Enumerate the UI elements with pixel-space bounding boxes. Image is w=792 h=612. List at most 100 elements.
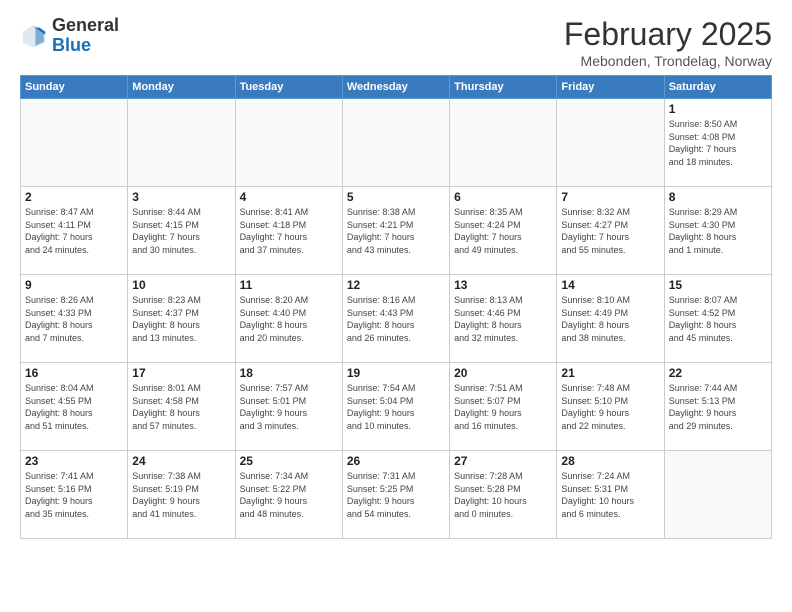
logo-blue: Blue (52, 36, 119, 56)
day-info: Sunrise: 8:23 AM Sunset: 4:37 PM Dayligh… (132, 294, 230, 344)
table-row (128, 99, 235, 187)
day-number: 26 (347, 454, 445, 468)
day-number: 27 (454, 454, 552, 468)
table-row: 27Sunrise: 7:28 AM Sunset: 5:28 PM Dayli… (450, 451, 557, 539)
table-row: 23 Sunrise: 7:41 AM Sunset: 5:16 PM Dayli… (21, 451, 128, 539)
day-number: 24 (132, 454, 230, 468)
calendar-header: Sunday Monday Tuesday Wednesday Thursday… (21, 76, 772, 99)
logo-icon (20, 22, 48, 50)
table-row: 17 Sunrise: 8:01 AM Sunset: 4:58 PM Dayli… (128, 363, 235, 451)
day-number: 21 (561, 366, 659, 380)
day-info: Sunrise: 7:38 AM Sunset: 5:19 PM Dayligh… (132, 470, 230, 520)
day-number: 5 (347, 190, 445, 204)
day-number: 1 (669, 102, 767, 116)
day-info: Sunrise: 8:41 AM Sunset: 4:18 PM Dayligh… (240, 206, 338, 256)
table-row: 14 Sunrise: 8:10 AM Sunset: 4:49 PM Dayli… (557, 275, 664, 363)
table-row: 11 Sunrise: 8:20 AM Sunset: 4:40 PM Dayli… (235, 275, 342, 363)
day-number: 18 (240, 366, 338, 380)
title-block: February 2025 Mebonden, Trondelag, Norwa… (564, 16, 772, 69)
table-row: 9Sunrise: 8:26 AM Sunset: 4:33 PM Daylig… (21, 275, 128, 363)
day-number: 16 (25, 366, 123, 380)
day-info: Sunrise: 8:07 AM Sunset: 4:52 PM Dayligh… (669, 294, 767, 344)
day-info: Sunrise: 7:51 AM Sunset: 5:07 PM Dayligh… (454, 382, 552, 432)
table-row: 21 Sunrise: 7:48 AM Sunset: 5:10 PM Dayli… (557, 363, 664, 451)
table-row: 28Sunrise: 7:24 AM Sunset: 5:31 PM Dayli… (557, 451, 664, 539)
table-row: 10 Sunrise: 8:23 AM Sunset: 4:37 PM Dayli… (128, 275, 235, 363)
day-number: 22 (669, 366, 767, 380)
day-number: 7 (561, 190, 659, 204)
day-number: 11 (240, 278, 338, 292)
table-row (557, 99, 664, 187)
day-info: Sunrise: 7:34 AM Sunset: 5:22 PM Dayligh… (240, 470, 338, 520)
table-row: 2Sunrise: 8:47 AM Sunset: 4:11 PM Daylig… (21, 187, 128, 275)
page: General Blue February 2025 Mebonden, Tro… (0, 0, 792, 612)
month-title: February 2025 (564, 16, 772, 53)
table-row (21, 99, 128, 187)
col-sunday: Sunday (21, 76, 128, 99)
day-info: Sunrise: 7:57 AM Sunset: 5:01 PM Dayligh… (240, 382, 338, 432)
day-info: Sunrise: 7:41 AM Sunset: 5:16 PM Dayligh… (25, 470, 123, 520)
day-number: 14 (561, 278, 659, 292)
table-row: 8Sunrise: 8:29 AM Sunset: 4:30 PM Daylig… (664, 187, 771, 275)
table-row (342, 99, 449, 187)
day-info: Sunrise: 7:48 AM Sunset: 5:10 PM Dayligh… (561, 382, 659, 432)
header-row: Sunday Monday Tuesday Wednesday Thursday… (21, 76, 772, 99)
col-monday: Monday (128, 76, 235, 99)
logo: General Blue (20, 16, 119, 56)
day-info: Sunrise: 8:04 AM Sunset: 4:55 PM Dayligh… (25, 382, 123, 432)
table-row: 7 Sunrise: 8:32 AM Sunset: 4:27 PM Daylig… (557, 187, 664, 275)
calendar: Sunday Monday Tuesday Wednesday Thursday… (20, 75, 772, 539)
table-row: 3 Sunrise: 8:44 AM Sunset: 4:15 PM Daylig… (128, 187, 235, 275)
table-row: 22Sunrise: 7:44 AM Sunset: 5:13 PM Dayli… (664, 363, 771, 451)
day-info: Sunrise: 8:38 AM Sunset: 4:21 PM Dayligh… (347, 206, 445, 256)
day-number: 8 (669, 190, 767, 204)
day-number: 9 (25, 278, 123, 292)
table-row: 6 Sunrise: 8:35 AM Sunset: 4:24 PM Daylig… (450, 187, 557, 275)
table-row: 25 Sunrise: 7:34 AM Sunset: 5:22 PM Dayli… (235, 451, 342, 539)
day-info: Sunrise: 8:35 AM Sunset: 4:24 PM Dayligh… (454, 206, 552, 256)
table-row: 13 Sunrise: 8:13 AM Sunset: 4:46 PM Dayli… (450, 275, 557, 363)
day-number: 6 (454, 190, 552, 204)
day-number: 15 (669, 278, 767, 292)
day-info: Sunrise: 7:24 AM Sunset: 5:31 PM Dayligh… (561, 470, 659, 520)
day-number: 19 (347, 366, 445, 380)
day-info: Sunrise: 8:32 AM Sunset: 4:27 PM Dayligh… (561, 206, 659, 256)
table-row: 5 Sunrise: 8:38 AM Sunset: 4:21 PM Daylig… (342, 187, 449, 275)
day-number: 10 (132, 278, 230, 292)
table-row (450, 99, 557, 187)
header: General Blue February 2025 Mebonden, Tro… (20, 16, 772, 69)
table-row: 24 Sunrise: 7:38 AM Sunset: 5:19 PM Dayli… (128, 451, 235, 539)
table-row: 16 Sunrise: 8:04 AM Sunset: 4:55 PM Dayli… (21, 363, 128, 451)
day-number: 3 (132, 190, 230, 204)
day-number: 25 (240, 454, 338, 468)
day-info: Sunrise: 8:13 AM Sunset: 4:46 PM Dayligh… (454, 294, 552, 344)
day-info: Sunrise: 8:20 AM Sunset: 4:40 PM Dayligh… (240, 294, 338, 344)
day-info: Sunrise: 8:47 AM Sunset: 4:11 PM Dayligh… (25, 206, 123, 256)
table-row: 1 Sunrise: 8:50 AM Sunset: 4:08 PM Daylig… (664, 99, 771, 187)
logo-general: General (52, 16, 119, 36)
logo-text: General Blue (52, 16, 119, 56)
table-row: 19 Sunrise: 7:54 AM Sunset: 5:04 PM Dayli… (342, 363, 449, 451)
day-info: Sunrise: 7:31 AM Sunset: 5:25 PM Dayligh… (347, 470, 445, 520)
day-info: Sunrise: 8:10 AM Sunset: 4:49 PM Dayligh… (561, 294, 659, 344)
day-number: 13 (454, 278, 552, 292)
table-row: 15 Sunrise: 8:07 AM Sunset: 4:52 PM Dayli… (664, 275, 771, 363)
col-wednesday: Wednesday (342, 76, 449, 99)
day-number: 4 (240, 190, 338, 204)
day-info: Sunrise: 8:01 AM Sunset: 4:58 PM Dayligh… (132, 382, 230, 432)
calendar-body: 1 Sunrise: 8:50 AM Sunset: 4:08 PM Daylig… (21, 99, 772, 539)
table-row: 18 Sunrise: 7:57 AM Sunset: 5:01 PM Dayli… (235, 363, 342, 451)
day-number: 23 (25, 454, 123, 468)
day-info: Sunrise: 8:44 AM Sunset: 4:15 PM Dayligh… (132, 206, 230, 256)
col-tuesday: Tuesday (235, 76, 342, 99)
day-number: 20 (454, 366, 552, 380)
day-info: Sunrise: 7:54 AM Sunset: 5:04 PM Dayligh… (347, 382, 445, 432)
day-info: Sunrise: 8:50 AM Sunset: 4:08 PM Dayligh… (669, 118, 767, 168)
table-row: 26 Sunrise: 7:31 AM Sunset: 5:25 PM Dayli… (342, 451, 449, 539)
table-row: 12Sunrise: 8:16 AM Sunset: 4:43 PM Dayli… (342, 275, 449, 363)
subtitle: Mebonden, Trondelag, Norway (564, 53, 772, 69)
day-info: Sunrise: 8:16 AM Sunset: 4:43 PM Dayligh… (347, 294, 445, 344)
table-row: 20 Sunrise: 7:51 AM Sunset: 5:07 PM Dayli… (450, 363, 557, 451)
day-number: 17 (132, 366, 230, 380)
col-thursday: Thursday (450, 76, 557, 99)
